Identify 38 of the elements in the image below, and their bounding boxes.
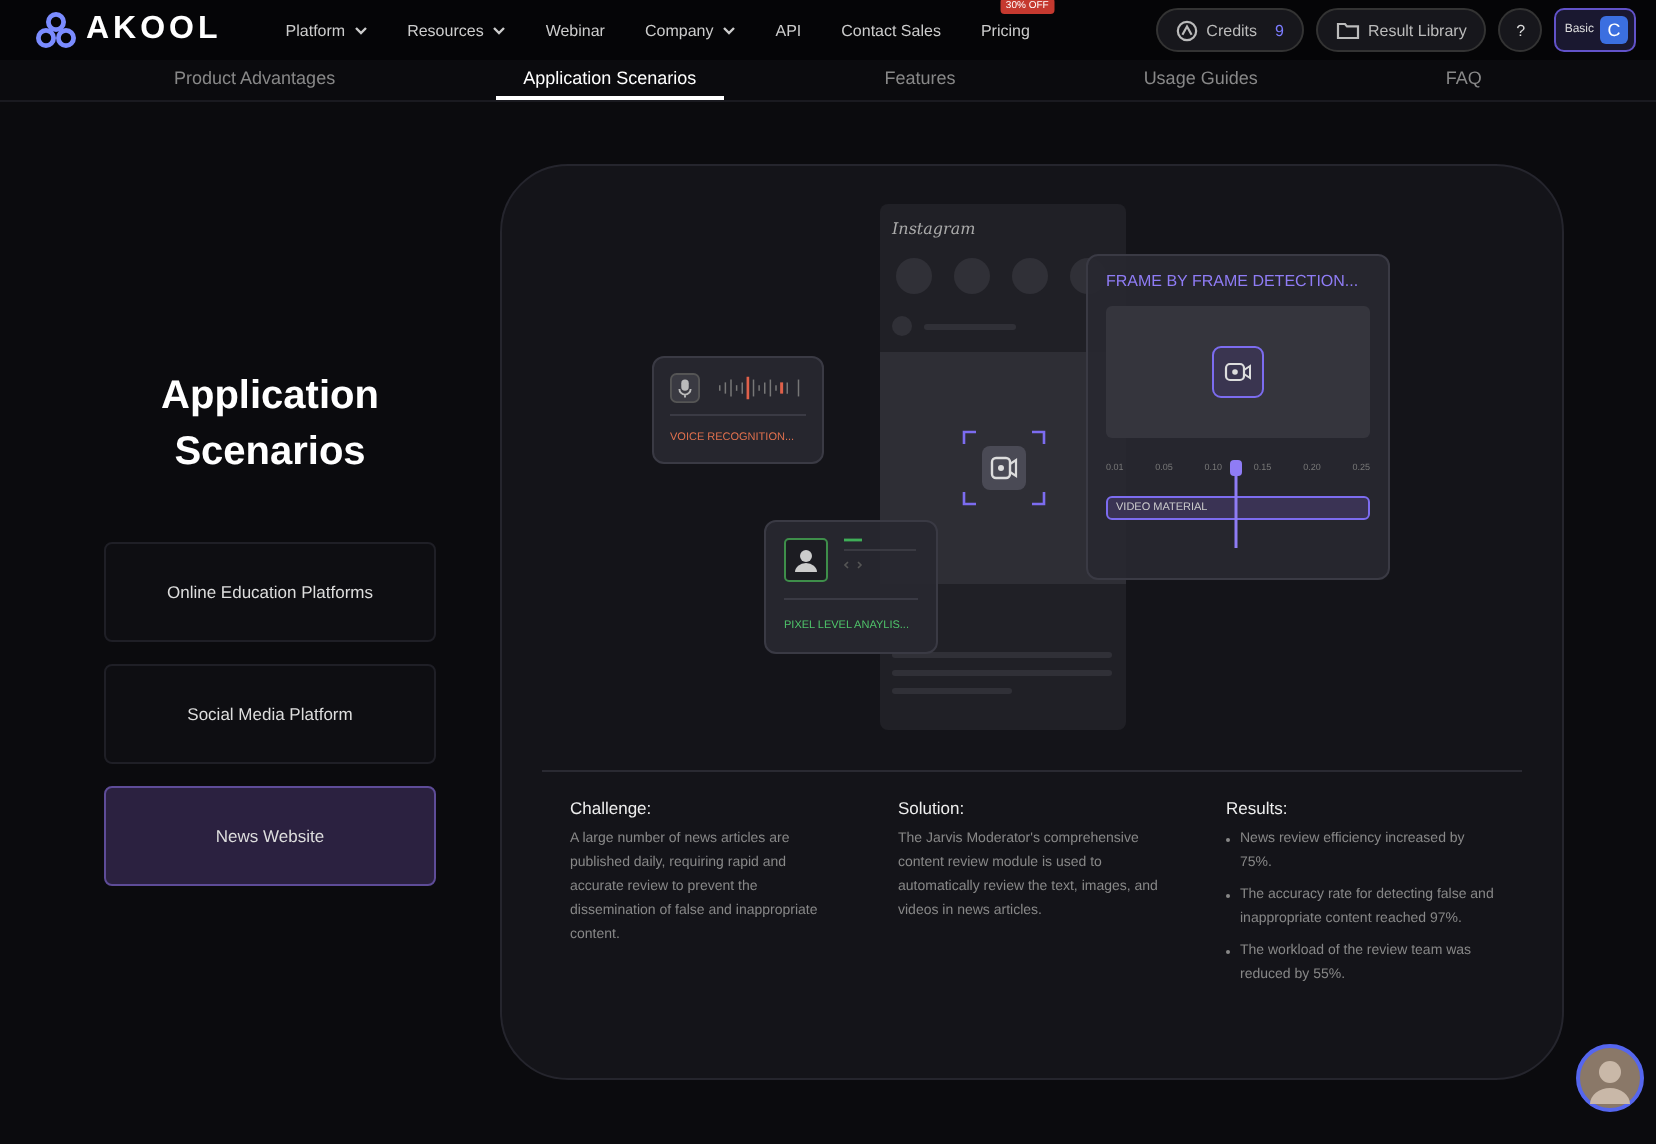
caret-icon [491,25,506,35]
nav-link[interactable]: Platform [265,10,388,50]
code-lines-drawing [844,538,916,574]
logo-icon [36,12,76,48]
nav-link[interactable]: Webinar [525,10,625,50]
microphone-icon [670,372,700,404]
help-button[interactable]: ? [1498,8,1543,52]
section-tab[interactable]: Application Scenarios [495,60,725,100]
column-heading: Results: [1226,798,1290,818]
result-library-button[interactable]: Result Library [1315,8,1487,52]
card-title: FRAME BY FRAME DETECTION... [1106,272,1361,290]
nav-link[interactable]: Resources [387,10,526,50]
credits-button[interactable]: Credits 9 [1156,8,1304,52]
scenario-option[interactable]: News Website [104,786,436,886]
person-icon [784,538,828,582]
logo-text[interactable]: AKOOL [86,12,222,48]
scenario-option[interactable]: Online Education Platforms [104,542,436,642]
caret-icon [353,25,368,35]
assistant-avatar[interactable] [1576,1044,1644,1112]
video-focus-icon [961,430,1045,506]
credits-icon [1176,19,1199,41]
playhead-handle[interactable] [1230,460,1242,548]
section-tab[interactable]: FAQ [1417,60,1510,100]
scenario-option[interactable]: Social Media Platform [104,664,436,764]
column-heading: Challenge: [570,798,654,818]
section-tab[interactable]: Product Advantages [146,60,364,100]
nav-link[interactable]: API [755,10,822,50]
nav-link[interactable]: Contact Sales [821,10,961,50]
section-tab[interactable]: Usage Guides [1115,60,1286,100]
folder-icon [1335,20,1360,40]
nav-link[interactable]: Pricing [960,10,1050,50]
nav-link[interactable]: Company [624,10,756,50]
caret-icon [721,25,736,35]
column-heading: Solution: [898,798,967,818]
section-tab[interactable]: Features [856,60,984,100]
video-camera-icon [1212,346,1264,398]
app-name: Instagram [890,218,978,238]
section-title: Application Scenarios [159,372,381,478]
